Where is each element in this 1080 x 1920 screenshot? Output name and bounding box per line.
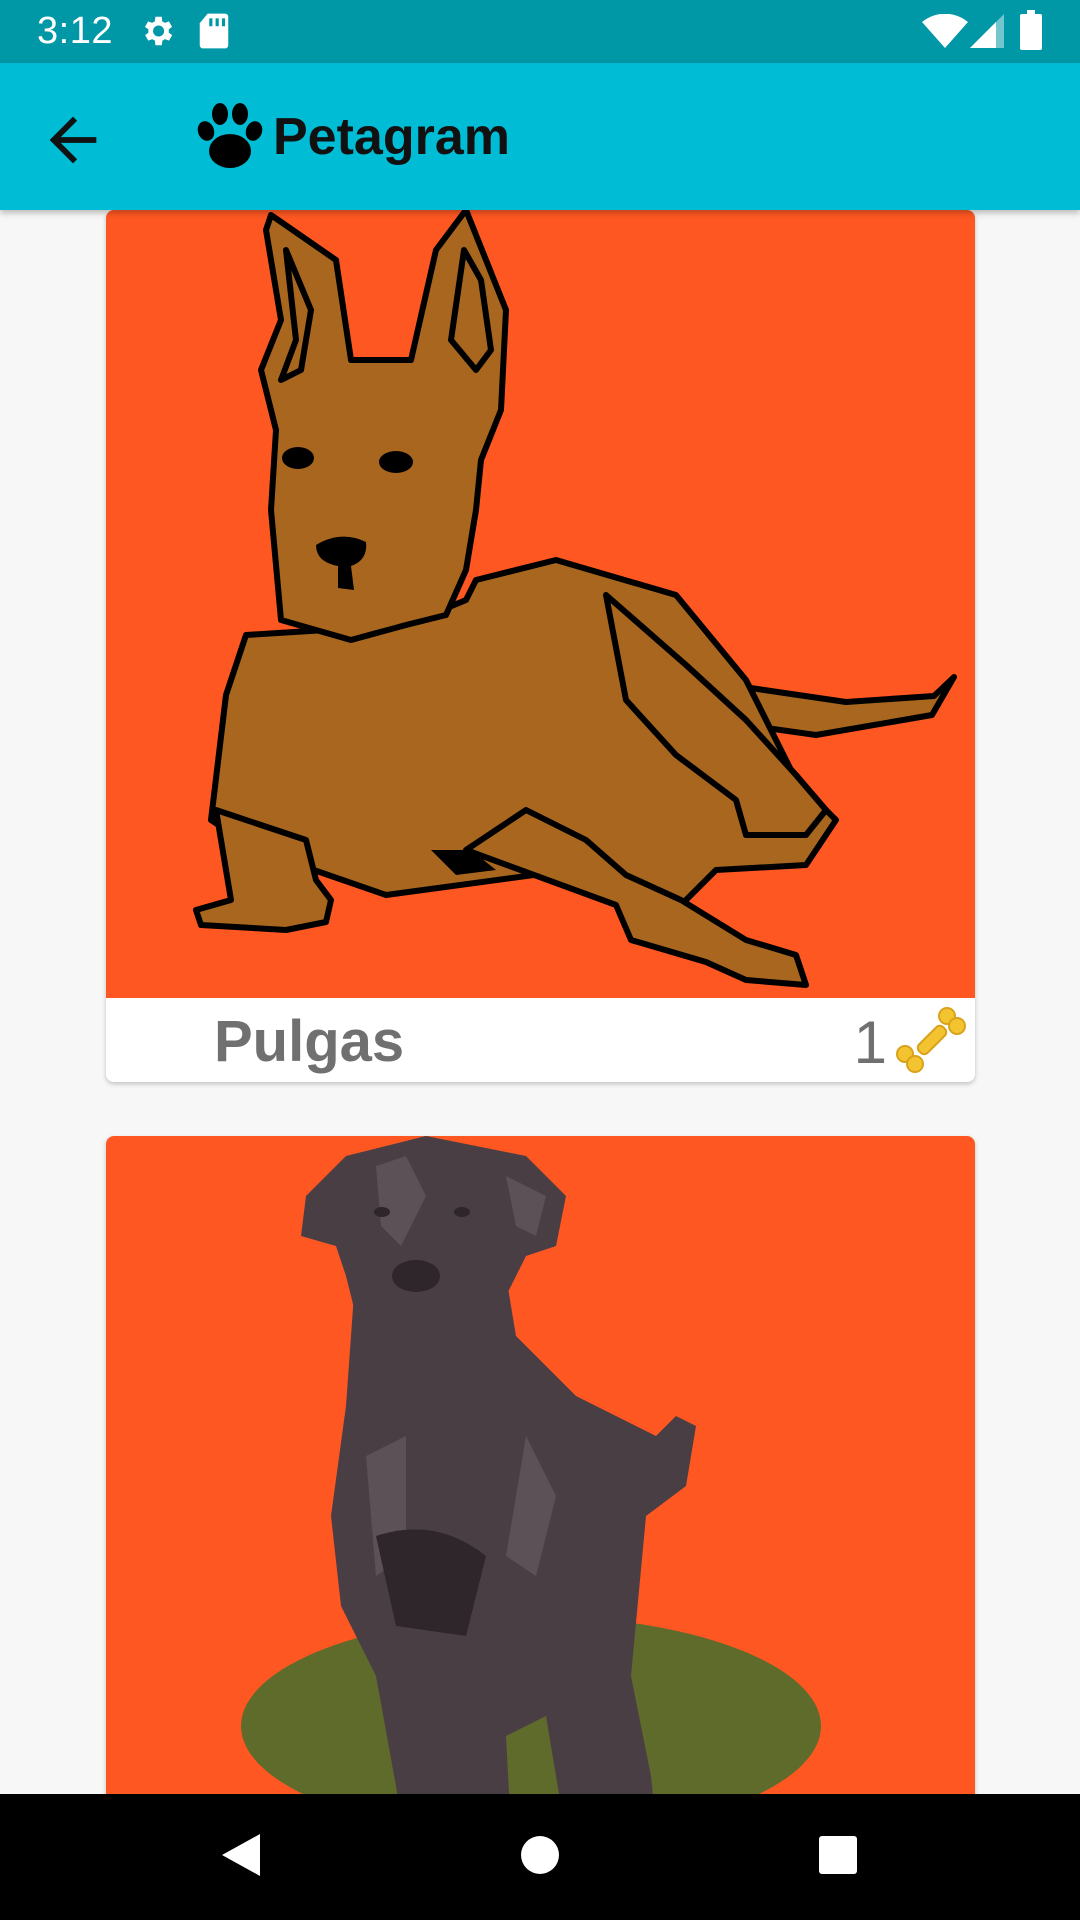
pet-rating: 1 [853,1009,887,1076]
sd-card-icon [199,13,229,49]
arrow-back-icon[interactable] [38,105,108,175]
pet-list[interactable]: Pulgas 1 [0,210,1080,1794]
settings-icon [144,16,173,46]
recents-square-icon[interactable] [805,1822,871,1888]
back-triangle-icon[interactable] [208,1822,274,1888]
app-title: Petagram [273,108,510,166]
wifi-icon [922,14,968,48]
pet-card[interactable]: Pulgas 1 [106,210,975,1082]
pet-name: Pulgas [214,1009,405,1074]
pet-card-footer: Pulgas 1 [106,998,975,1082]
pet-card[interactable] [106,1136,975,1794]
paw-icon [197,103,263,168]
status-time: 3:12 [37,10,113,52]
cell-signal-icon [970,14,1004,48]
pet-photo-black-labrador [106,1136,975,1794]
home-circle-icon[interactable] [507,1822,573,1888]
app-bar: Petagram [0,63,1080,210]
navigation-bar [0,1794,1080,1920]
pet-photo-brown-dog [106,210,975,998]
bone-icon[interactable] [895,1004,967,1076]
status-bar: 3:12 [0,0,1080,63]
battery-icon [1020,10,1042,50]
